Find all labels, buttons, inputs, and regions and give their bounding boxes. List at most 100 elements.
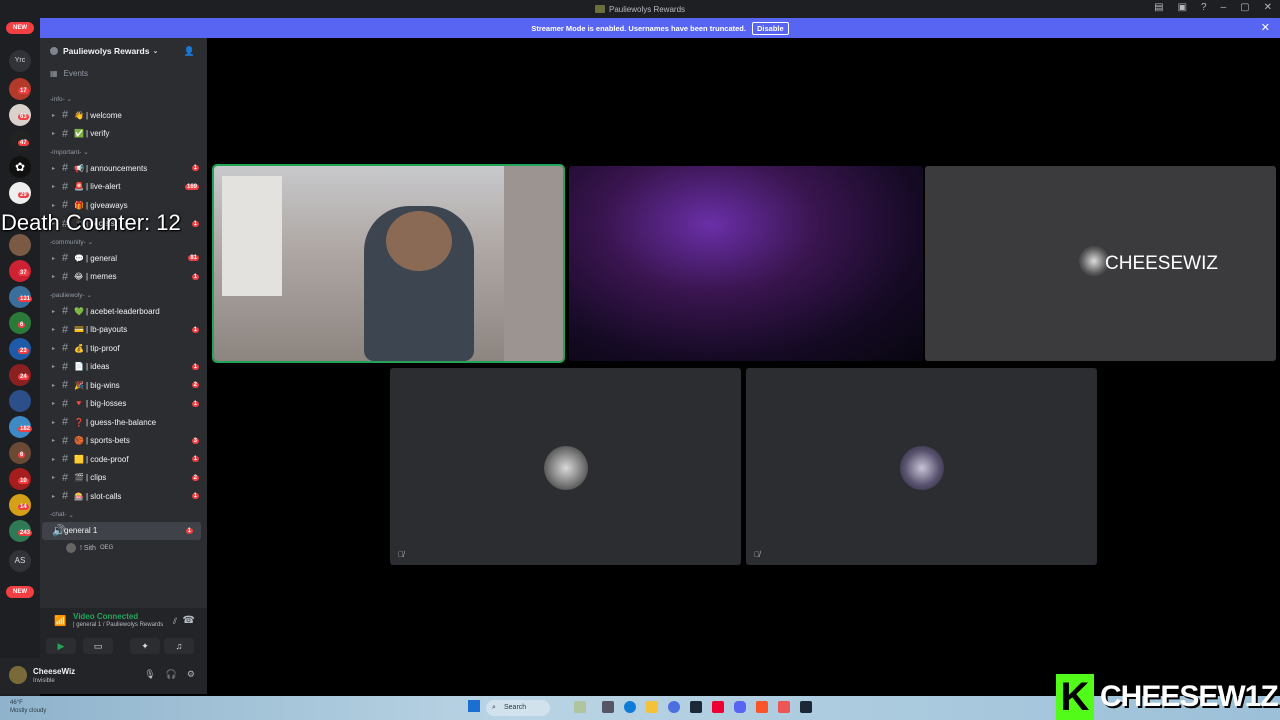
server-icon-12[interactable] xyxy=(9,390,31,412)
channel-emoji: 💬 xyxy=(74,253,84,263)
inbox-icon[interactable]: ▤ xyxy=(1154,2,1163,13)
task-view-icon[interactable] xyxy=(602,701,614,713)
new-badge-top[interactable]: NEW xyxy=(6,22,34,34)
microphone-icon[interactable]: 🎙 xyxy=(144,669,155,680)
kick-logo: K xyxy=(1056,674,1094,720)
channel-row[interactable]: ▸ # 🔻 | big-losses 1 xyxy=(40,395,207,414)
chevron-right-icon: ▸ xyxy=(52,456,56,463)
channel-row[interactable]: ▸ # 🚨 | live-alert 169 xyxy=(40,178,207,197)
server-icon-4[interactable]: ✿ xyxy=(9,156,31,178)
events-link[interactable]: ▦ Events xyxy=(40,64,207,82)
user-status: Invisible xyxy=(33,678,55,684)
category-label: -info- xyxy=(50,95,65,103)
noise-suppression-icon[interactable]: ⫽ xyxy=(173,616,177,627)
video-tile-dark[interactable] xyxy=(569,166,923,361)
voice-tile-user-2[interactable]: 🎙̸ xyxy=(746,368,1097,565)
help-icon[interactable]: ? xyxy=(1201,2,1207,13)
hash-icon: # xyxy=(62,360,69,373)
activities-button[interactable]: ✦ xyxy=(130,638,160,654)
channel-row[interactable]: ▸ # 📄 | ideas 1 xyxy=(40,358,207,377)
soundboard-button[interactable]: ♫ xyxy=(164,638,194,654)
settings-gear-icon[interactable]: ⚙ xyxy=(187,669,195,680)
voice-channel-general-1[interactable]: 🔊 general 1 1 xyxy=(42,521,201,540)
file-explorer-icon[interactable] xyxy=(646,701,658,713)
close-window-icon[interactable]: ✕ xyxy=(1264,2,1272,13)
channel-row[interactable]: ▸ # ✅ | verify xyxy=(40,125,207,144)
channel-row[interactable]: ▸ # 🎉 | big-wins 2 xyxy=(40,376,207,395)
video-tile-cheesewiz[interactable]: CHEESEWIZ xyxy=(925,166,1276,361)
server-badge: 14 xyxy=(18,504,29,510)
server-badge: 24 xyxy=(18,374,29,380)
channel-row[interactable]: ▸ # 💚 | acebet-leaderboard xyxy=(40,302,207,321)
voice-location[interactable]: | general 1 / Pauliewolys Rewards xyxy=(73,622,163,628)
category-pauliewoly[interactable]: -pauliewoly- ⌄ xyxy=(40,288,207,302)
channel-emoji: 🚨 xyxy=(74,182,84,192)
screen-share-button[interactable]: ▭ xyxy=(83,638,113,654)
app-icon-orange[interactable] xyxy=(778,701,790,713)
channel-row[interactable]: ▸ # 🏀 | sports-bets 3 xyxy=(40,432,207,451)
server-badge: 131 xyxy=(18,296,33,302)
edge-icon[interactable] xyxy=(624,701,636,713)
steam-icon[interactable] xyxy=(690,701,702,713)
channel-row[interactable]: ▸ # 😂 | memes 1 xyxy=(40,268,207,287)
app-icon-red[interactable] xyxy=(712,701,724,713)
death-counter-overlay: Death Counter: 12 xyxy=(1,210,181,235)
chevron-right-icon: ▸ xyxy=(52,419,56,426)
channel-label: | code-proof xyxy=(86,454,129,464)
channel-row[interactable]: ▸ # 🎰 | slot-calls 1 xyxy=(40,487,207,506)
channel-label: | giveaways xyxy=(86,200,128,210)
brave-icon[interactable] xyxy=(756,701,768,713)
voice-connection-panel: 📶 Video Connected | general 1 / Pauliewo… xyxy=(40,608,207,658)
unread-badge: 1 xyxy=(191,165,199,172)
events-label: Events xyxy=(63,68,89,78)
headphones-icon[interactable]: 🎧 xyxy=(166,669,177,680)
signal-icon[interactable]: 📶 xyxy=(54,616,66,627)
close-banner-icon[interactable]: ✕ xyxy=(1261,21,1270,34)
channel-emoji: 🏀 xyxy=(74,436,84,446)
taskbar-search[interactable]: ⌕ Search xyxy=(486,700,550,716)
channel-row[interactable]: ▸ # 🎬 | clips 2 xyxy=(40,469,207,488)
channel-row[interactable]: ▸ # ❓ | guess-the-balance xyxy=(40,413,207,432)
server-dot-icon xyxy=(50,47,58,55)
category-community[interactable]: -community- ⌄ xyxy=(40,235,207,249)
avatar[interactable] xyxy=(9,666,27,684)
video-tile-webcam[interactable] xyxy=(212,164,565,363)
chevron-right-icon: ▸ xyxy=(52,274,56,281)
channel-row[interactable]: ▸ # 👋 | welcome xyxy=(40,106,207,125)
category-info[interactable]: -info- ⌄ xyxy=(40,92,207,106)
weather-widget[interactable]: 46°F Mostly cloudy xyxy=(10,699,46,715)
taskbar-app-icon[interactable] xyxy=(574,701,586,713)
channel-row[interactable]: ▸ # 💰 | tip-proof xyxy=(40,339,207,358)
maximize-icon[interactable]: ▢ xyxy=(1240,2,1249,13)
disconnect-icon[interactable]: ☎ xyxy=(183,615,195,626)
channel-row[interactable]: ▸ # 📢 | announcements 1 xyxy=(40,159,207,178)
channel-row[interactable]: ▸ # 💳 | lb-payouts 1 xyxy=(40,321,207,340)
minimize-icon[interactable]: – xyxy=(1221,2,1227,13)
category-chat[interactable]: -chat- ⌄ xyxy=(40,508,207,522)
server-badge: 182 xyxy=(18,426,33,432)
hash-icon: # xyxy=(62,270,69,283)
chevron-right-icon: ▸ xyxy=(52,165,56,172)
server-list: NEW Yrc 17 63 47 ✿ 29 37 131 6 23 24 182… xyxy=(0,18,40,698)
server-icon-as[interactable]: AS xyxy=(9,550,31,572)
voice-participant[interactable]: ! Sith OEG xyxy=(40,540,207,556)
camera-button[interactable]: ▶ xyxy=(46,638,76,654)
chrome-icon[interactable] xyxy=(668,701,680,713)
username[interactable]: CheeseWiz xyxy=(33,667,75,676)
screen-icon[interactable]: ▣ xyxy=(1178,2,1187,13)
steam-icon-2[interactable] xyxy=(800,701,812,713)
invite-icon[interactable]: 👤 xyxy=(184,46,195,57)
server-header[interactable]: Pauliewolys Rewards ⌄ 👤 xyxy=(40,38,207,64)
discord-icon[interactable] xyxy=(734,701,746,713)
category-important[interactable]: -important- ⌄ xyxy=(40,145,207,159)
search-icon: ⌕ xyxy=(492,704,496,711)
start-icon[interactable] xyxy=(468,700,480,712)
voice-tile-user-1[interactable]: 🎙̸ xyxy=(390,368,741,565)
new-badge-bottom[interactable]: NEW xyxy=(6,586,34,598)
disable-streamer-mode-button[interactable]: Disable xyxy=(751,21,789,35)
channel-row[interactable]: ▸ # 🟨 | code-proof 1 xyxy=(40,450,207,469)
server-icon-6[interactable] xyxy=(9,234,31,256)
server-icon-yrc[interactable]: Yrc xyxy=(9,50,31,72)
channel-row[interactable]: ▸ # 💬 | general 81 xyxy=(40,249,207,268)
hash-icon: # xyxy=(62,490,69,503)
